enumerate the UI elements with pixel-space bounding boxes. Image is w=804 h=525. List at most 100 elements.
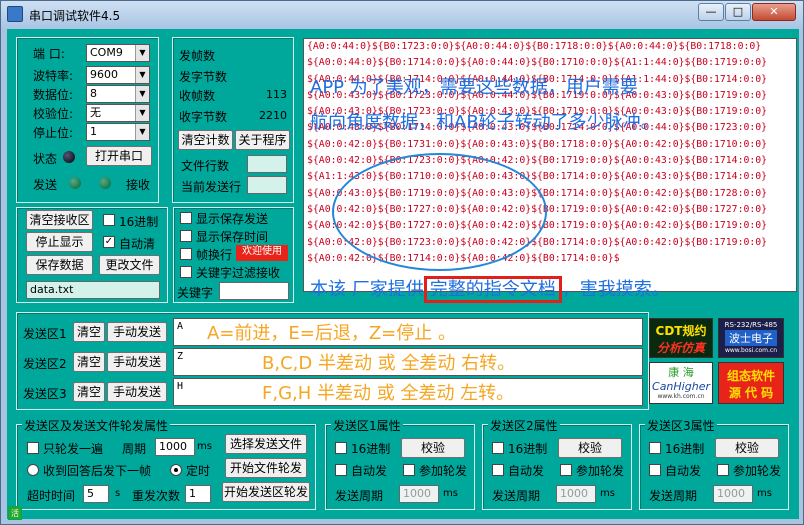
area1-props-title: 发送区1属性 [331, 417, 403, 434]
area3-props-title: 发送区3属性 [645, 417, 717, 434]
maximize-button[interactable]: □ [725, 3, 751, 21]
area2-auto-checkbox[interactable] [492, 464, 504, 476]
area2-join-label: 参加轮发 [576, 464, 625, 478]
port-label: 端 口: [33, 47, 65, 61]
auto-clear-checkbox[interactable]: ✓ [103, 236, 115, 248]
area1-join-checkbox[interactable] [403, 464, 415, 476]
start-file-button[interactable]: 开始文件轮发 [225, 458, 307, 478]
send-area2-manual-button[interactable]: 手动发送 [107, 352, 167, 372]
main-client: 端 口: COM9 ▼ 波特率: 9600 ▼ 数据位: 8 ▼ 校验位: 无 ▼ 停止… [7, 29, 799, 520]
source-ad-line1: 组态软件 [726, 369, 775, 383]
annotation-bottom-post: ，害我摸索。 [561, 279, 670, 300]
retry-input[interactable]: 1 [185, 485, 211, 503]
rs-ad-line1: RS-232/RS-485 [724, 321, 778, 329]
port-select[interactable]: COM9 ▼ [86, 44, 150, 62]
area1-check-button[interactable]: 校验 [401, 438, 465, 458]
timeout-input[interactable]: 5 [83, 485, 109, 503]
clear-recv-button[interactable]: 清空接收区 [26, 210, 93, 230]
frame-newline-checkbox[interactable] [180, 248, 192, 260]
timed-radio[interactable] [170, 464, 182, 476]
clear-count-button[interactable]: 清空计数 [178, 130, 233, 150]
chevron-down-icon[interactable]: ▼ [135, 105, 149, 121]
recv-hex-checkbox[interactable] [103, 214, 115, 226]
source-ad-line2: 源 代 码 [728, 386, 774, 400]
area1-auto-checkbox[interactable] [335, 464, 347, 476]
send-area3-clear-button[interactable]: 清空 [73, 382, 105, 402]
baud-select[interactable]: 9600 ▼ [86, 66, 150, 84]
area2-join-checkbox[interactable] [560, 464, 572, 476]
data-bits-select[interactable]: 8 ▼ [86, 85, 150, 103]
minimize-button[interactable]: — [698, 3, 724, 21]
send-area1-manual-button[interactable]: 手动发送 [107, 322, 167, 342]
close-button[interactable]: ✕ [752, 3, 796, 21]
stop-display-button[interactable]: 停止显示 [26, 232, 93, 252]
kanghai-ad-line3: www.kh.com.cn [657, 393, 705, 400]
frame-newline-label: 帧换行 [196, 248, 233, 262]
bytes-recv-value: 2210 [259, 109, 287, 122]
area1-period-unit: ms [443, 488, 458, 499]
kanghai-ad-banner[interactable]: 康 海 CanHigher www.kh.com.cn [649, 362, 713, 404]
area3-check-button[interactable]: 校验 [715, 438, 779, 458]
area3-auto-label: 自动发 [665, 464, 702, 478]
cdt-ad-banner[interactable]: CDT规约 分析仿真 [649, 318, 713, 358]
change-file-button[interactable]: 更改文件 [99, 255, 160, 275]
chevron-down-icon[interactable]: ▼ [135, 124, 149, 140]
open-port-button[interactable]: 打开串口 [86, 146, 152, 166]
choose-file-button[interactable]: 选择发送文件 [225, 434, 307, 454]
rs-ad-banner[interactable]: RS-232/RS-485 波士电子 www.bosi.com.cn [718, 318, 784, 358]
area2-hex-label: 16进制 [508, 442, 548, 456]
once-checkbox[interactable] [27, 442, 39, 454]
chevron-down-icon[interactable]: ▼ [135, 67, 149, 83]
save-data-button[interactable]: 保存数据 [26, 255, 93, 275]
data-bits-label: 数据位: [33, 88, 74, 102]
recv-indicator-label: 接收 [126, 178, 151, 192]
send-area2-note: B,C,D 半差动 或 全差动 右转。 [262, 353, 516, 374]
chevron-down-icon[interactable]: ▼ [135, 45, 149, 61]
area1-period-input[interactable]: 1000 [399, 485, 439, 503]
about-button[interactable]: 关于程序 [235, 130, 290, 150]
area3-auto-checkbox[interactable] [649, 464, 661, 476]
show-save-time-checkbox[interactable] [180, 230, 192, 242]
start-area-button[interactable]: 开始发送区轮发 [222, 482, 310, 502]
show-save-time-label: 显示保存时间 [196, 230, 269, 244]
show-save-send-checkbox[interactable] [180, 212, 192, 224]
frames-recv-value: 113 [266, 88, 287, 101]
area3-join-checkbox[interactable] [717, 464, 729, 476]
filename-field[interactable]: data.txt [26, 281, 160, 299]
current-line-field [247, 176, 287, 194]
send-area1-clear-button[interactable]: 清空 [73, 322, 105, 342]
send-indicator-label: 发送 [33, 178, 58, 192]
port-value: COM9 [90, 46, 123, 59]
app-icon [7, 6, 23, 22]
area2-period-input[interactable]: 1000 [556, 485, 596, 503]
parity-label: 校验位: [33, 107, 74, 121]
bytes-sent-label: 发字节数 [179, 70, 228, 84]
receive-line: ${A0:0:42:0}${B0:1731:0:0}${A0:0:43:0}${… [307, 138, 768, 150]
source-ad-banner[interactable]: 组态软件 源 代 码 [718, 362, 784, 404]
timed-label: 定时 [186, 464, 211, 478]
chevron-down-icon[interactable]: ▼ [135, 86, 149, 102]
parity-select[interactable]: 无 ▼ [86, 104, 150, 122]
rs-ad-line2: 波士电子 [725, 330, 777, 346]
show-save-send-label: 显示保存发送 [196, 212, 269, 226]
area3-hex-checkbox[interactable] [649, 442, 661, 454]
keyword-filter-checkbox[interactable] [180, 266, 192, 278]
keyword-label: 关键字 [177, 286, 214, 300]
welcome-badge[interactable]: 欢迎使用 [236, 245, 288, 261]
keyword-input[interactable] [219, 282, 289, 300]
send-area3-manual-button[interactable]: 手动发送 [107, 382, 167, 402]
period-input[interactable]: 1000 [155, 438, 195, 456]
rs-ad-line3: www.bosi.com.cn [724, 347, 778, 354]
on-reply-radio[interactable] [27, 464, 39, 476]
stop-bits-select[interactable]: 1 ▼ [86, 123, 150, 141]
send-area2-clear-button[interactable]: 清空 [73, 352, 105, 372]
area1-hex-checkbox[interactable] [335, 442, 347, 454]
area2-check-button[interactable]: 校验 [558, 438, 622, 458]
title-bar: 串口调试软件4.5 — □ ✕ [1, 1, 803, 29]
area1-join-label: 参加轮发 [419, 464, 468, 478]
area3-period-input[interactable]: 1000 [713, 485, 753, 503]
send-area2-label: 发送区2 [23, 357, 67, 371]
area2-hex-checkbox[interactable] [492, 442, 504, 454]
parity-value: 无 [90, 106, 101, 119]
send-area1-label: 发送区1 [23, 327, 67, 341]
